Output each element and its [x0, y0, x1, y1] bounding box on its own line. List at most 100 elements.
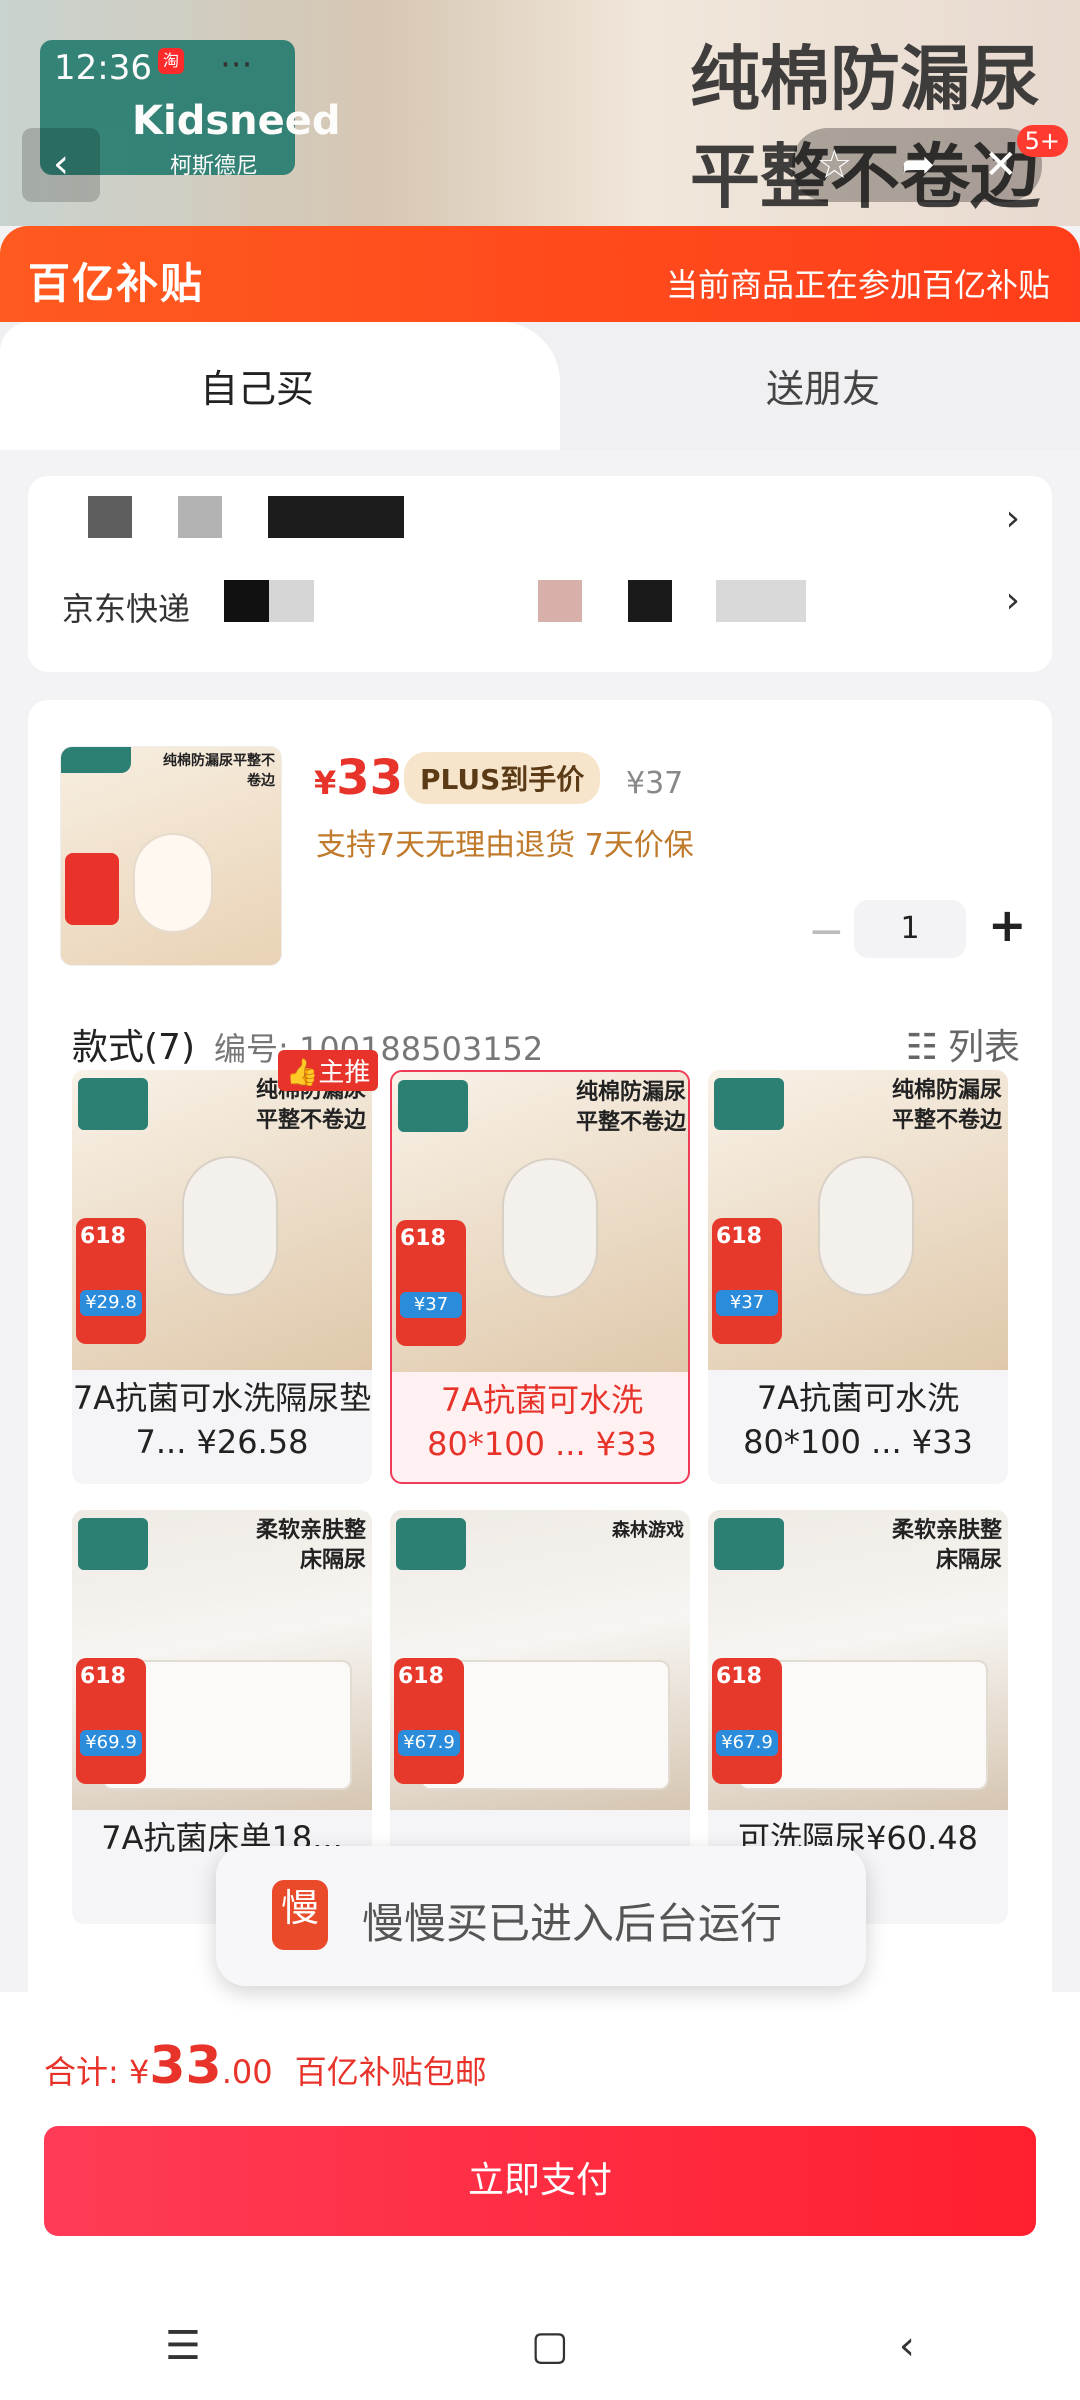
- brand-mini-logo: [396, 1518, 466, 1570]
- promo-price: ¥67.9: [398, 1730, 460, 1756]
- variant-image: 纯棉防漏尿平整不卷边 618 ¥37: [708, 1070, 1008, 1370]
- variant-caption: 7A抗菌可水洗80*100 ... ¥33: [427, 1381, 657, 1463]
- list-icon: ☷: [905, 1027, 938, 1068]
- subsidy-message: 当前商品正在参加百亿补贴: [665, 266, 1050, 304]
- purchase-tabs: 自己买 送朋友: [0, 322, 1080, 450]
- brand-mini-logo: [714, 1518, 784, 1570]
- variant-image-title: 柔软亲肤整床隔尿: [891, 1518, 1002, 1573]
- promo-text: 618: [400, 1226, 446, 1251]
- brand-mini-logo: [398, 1080, 468, 1132]
- promo-badge: 618 ¥67.9: [712, 1658, 782, 1784]
- total-decimal: .00: [221, 2053, 273, 2091]
- background-run-toast: 慢 慢慢买已进入后台运行: [216, 1846, 866, 1986]
- variant-option[interactable]: 纯棉防漏尿平整不卷边618¥29.8 7A抗菌可水洗隔尿垫7... ¥26.58: [72, 1070, 372, 1484]
- menu-icon[interactable]: ☰: [165, 2323, 201, 2369]
- baby-image: [182, 1156, 278, 1296]
- thumb-title: 纯棉防漏尿平整不卷边: [163, 753, 275, 789]
- promo-price: ¥69.9: [80, 1730, 142, 1756]
- price-value: 33: [336, 750, 404, 806]
- address-card[interactable]: › 京东快递 ›: [28, 476, 1052, 672]
- subsidy-brand: 百亿补贴: [28, 259, 205, 308]
- pay-now-button[interactable]: 立即支付: [44, 2126, 1036, 2236]
- bg-title-line1: 纯棉防漏尿: [690, 38, 1040, 120]
- redacted-block: [178, 496, 222, 538]
- promo-text: 618: [80, 1224, 126, 1249]
- close-icon[interactable]: ✕: [984, 128, 1018, 202]
- brand-mini-logo: [78, 1078, 148, 1130]
- promo-price: ¥37: [716, 1290, 778, 1316]
- list-view-toggle[interactable]: ☷ 列表: [906, 1018, 1020, 1070]
- manmanmai-app-icon: 慢: [272, 1880, 328, 1950]
- subsidy-banner: 百亿补贴 当前商品正在参加百亿补贴: [0, 226, 1080, 334]
- total-integer: 33: [149, 2036, 222, 2096]
- promo-text: 618: [716, 1224, 762, 1249]
- minus-icon[interactable]: −: [808, 906, 845, 957]
- tab-gift-label: 送朋友: [766, 367, 881, 411]
- baby-image: [818, 1156, 914, 1296]
- quantity-input[interactable]: 1: [854, 900, 966, 958]
- back-arrow-icon[interactable]: ‹: [22, 128, 100, 202]
- notification-count: 5+: [1016, 125, 1068, 157]
- favorite-icon[interactable]: ☆: [817, 128, 853, 202]
- redacted-block: [716, 580, 806, 622]
- variant-image-title: 纯棉防漏尿平整不卷边: [891, 1078, 1002, 1133]
- current-price: ¥33: [314, 750, 403, 806]
- promo-badge: 618 ¥69.9: [76, 1658, 146, 1784]
- system-navbar: ☰ ▢ ‹: [0, 2292, 1080, 2400]
- promo-price: ¥37: [400, 1292, 462, 1318]
- logo-main: Kidsneed: [132, 98, 341, 144]
- promo-badge: 618 ¥37: [712, 1218, 782, 1344]
- spec-number: 编号: 100188503152: [214, 1030, 544, 1068]
- plus-price-badge: PLUS到手价: [404, 752, 601, 804]
- express-label: 京东快递: [62, 590, 191, 628]
- variant-option[interactable]: 纯棉防漏尿平整不卷边 618 ¥37 7A抗菌可水洗80*100 ... ¥33: [708, 1070, 1008, 1484]
- variant-image: 柔软亲肤整床隔尿 618 ¥67.9: [708, 1510, 1008, 1810]
- variant-image: 森林游戏 618 ¥67.9: [390, 1510, 690, 1810]
- status-more-dots: ···: [220, 45, 253, 85]
- brand-mini-logo: [78, 1518, 148, 1570]
- variant-caption: 7A抗菌可水洗隔尿垫7... ¥26.58: [72, 1379, 372, 1461]
- promo-badge: [65, 853, 119, 925]
- redacted-block: [628, 580, 672, 622]
- baby-image: [133, 833, 213, 933]
- tab-self-label: 自己买: [200, 367, 315, 411]
- hot-badge: 👍主推: [278, 1050, 379, 1091]
- redacted-block: [224, 580, 314, 622]
- price-currency: ¥: [314, 764, 337, 802]
- spec-title: 款式(7): [72, 1027, 195, 1068]
- list-label: 列表: [947, 1027, 1020, 1068]
- product-thumbnail[interactable]: 纯棉防漏尿平整不卷边: [60, 746, 282, 966]
- promo-text: 618: [80, 1664, 126, 1689]
- share-icon[interactable]: ➦: [901, 128, 935, 202]
- total-label: 合计: ¥: [44, 2053, 150, 2091]
- toast-text: 慢慢买已进入后台运行: [362, 1899, 783, 1948]
- home-icon[interactable]: ▢: [531, 2323, 569, 2369]
- baby-image: [502, 1158, 598, 1298]
- brand-mini-logo: [714, 1078, 784, 1130]
- variant-image: 纯棉防漏尿平整不卷边 618 ¥37: [392, 1072, 688, 1372]
- brand-mini-logo: [61, 747, 131, 773]
- background-product-page: 12:36 Kidsneed 柯斯德尼 淘 ··· 纯棉防漏尿 平整不卷边 ‹ …: [0, 0, 1080, 240]
- top-actions: ☆ ➦ ✕: [792, 128, 1042, 202]
- checkout-footer: 合计: ¥33.00 百亿补贴包邮 立即支付 ☰ ▢ ‹: [0, 1992, 1080, 2400]
- tab-self-buy[interactable]: 自己买: [0, 322, 560, 450]
- hot-label: 主推: [318, 1058, 371, 1088]
- promo-price: ¥67.9: [716, 1730, 778, 1756]
- redacted-block: [88, 496, 132, 538]
- logo-sub: 柯斯德尼: [170, 154, 259, 179]
- variant-image-title: 纯棉防漏尿平整不卷边: [575, 1080, 686, 1135]
- promo-badge: 618 ¥29.8: [76, 1218, 146, 1344]
- back-icon[interactable]: ‹: [899, 2323, 915, 2369]
- chevron-right-icon[interactable]: ›: [1006, 498, 1020, 539]
- service-guarantee: 支持7天无理由退货 7天价保: [316, 828, 694, 863]
- taobao-badge: 淘: [158, 48, 184, 74]
- variant-caption: 7A抗菌可水洗80*100 ... ¥33: [743, 1379, 973, 1461]
- thumbs-up-icon: 👍: [286, 1058, 319, 1088]
- plus-icon[interactable]: +: [988, 898, 1027, 952]
- variant-option-selected[interactable]: 纯棉防漏尿平整不卷边 618 ¥37 7A抗菌可水洗80*100 ... ¥33: [390, 1070, 690, 1484]
- variant-image-title: 柔软亲肤整床隔尿: [255, 1518, 366, 1573]
- variant-image-title: 森林游戏: [612, 1520, 684, 1541]
- variant-image: 纯棉防漏尿平整不卷边618¥29.8: [72, 1070, 372, 1370]
- tab-gift[interactable]: 送朋友: [560, 322, 1080, 450]
- chevron-right-icon[interactable]: ›: [1006, 580, 1020, 621]
